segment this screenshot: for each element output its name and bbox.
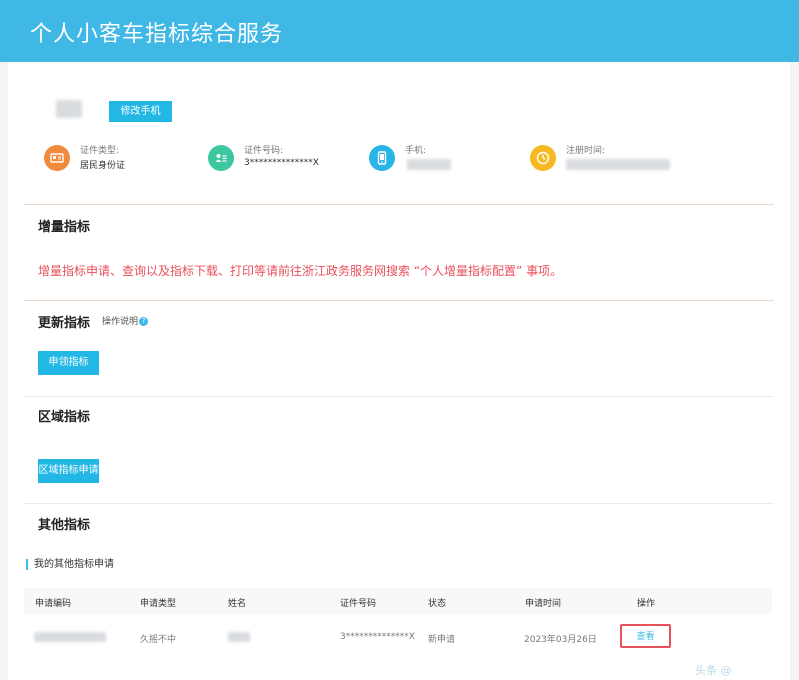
- register-time-redacted: [566, 159, 670, 170]
- question-icon: ?: [139, 317, 149, 326]
- row-apply-time: 2023年03月26日: [524, 635, 597, 645]
- phone-value-redacted: [407, 159, 451, 170]
- other-title: 其他指标: [38, 518, 91, 533]
- col-id-number: 证件号码: [340, 599, 377, 609]
- section-divider: [24, 204, 774, 205]
- row-id-number: 3**************X: [340, 632, 415, 642]
- col-status: 状态: [428, 599, 447, 609]
- incremental-title: 增量指标: [38, 220, 91, 235]
- id-card-icon: [44, 145, 70, 171]
- row-status: 新申请: [428, 635, 456, 645]
- region-title: 区域指标: [38, 410, 91, 425]
- col-apply-type: 申请类型: [140, 599, 177, 609]
- operation-help-link[interactable]: 操作说明?: [102, 314, 149, 327]
- section-divider: [24, 300, 774, 301]
- user-name-redacted: [56, 100, 82, 118]
- incremental-notice: 增量指标申请、查询以及指标下载、打印等请前往浙江政务服务网搜索 “个人增量指标配…: [38, 264, 563, 278]
- clock-icon: [530, 145, 556, 171]
- renewal-title: 更新指标: [38, 316, 91, 331]
- page-title: 个人小客车指标综合服务: [30, 22, 284, 47]
- col-apply-time: 申请时间: [525, 599, 562, 609]
- id-type-value: 居民身份证: [80, 161, 126, 171]
- section-divider: [24, 396, 774, 397]
- region-apply-button[interactable]: 区域指标申请: [38, 459, 99, 483]
- watermark: 头条 @: [695, 664, 732, 677]
- col-action: 操作: [637, 599, 656, 609]
- col-apply-code: 申请编码: [35, 599, 72, 609]
- apply-renewal-button[interactable]: 申领指标: [38, 351, 99, 375]
- register-time-label: 注册时间:: [566, 146, 606, 156]
- my-applications-heading: 我的其他指标申请: [26, 559, 114, 570]
- phone-label: 手机:: [405, 146, 427, 156]
- col-name: 姓名: [228, 599, 247, 609]
- section-divider: [24, 503, 774, 504]
- row-apply-type: 久摇不中: [140, 635, 177, 645]
- contact-card-icon: [208, 145, 234, 171]
- table-header: [24, 588, 772, 614]
- name-redacted: [228, 632, 250, 642]
- view-button[interactable]: 查看: [620, 624, 671, 648]
- app-header: 个人小客车指标综合服务: [0, 0, 799, 62]
- change-phone-button[interactable]: 修改手机: [109, 101, 172, 122]
- id-number-label: 证件号码:: [244, 146, 284, 156]
- apply-code-redacted: [34, 632, 106, 642]
- help-label: 操作说明: [102, 317, 139, 327]
- phone-icon: [369, 145, 395, 171]
- id-type-label: 证件类型:: [80, 146, 120, 156]
- id-number-value: 3**************X: [244, 158, 319, 168]
